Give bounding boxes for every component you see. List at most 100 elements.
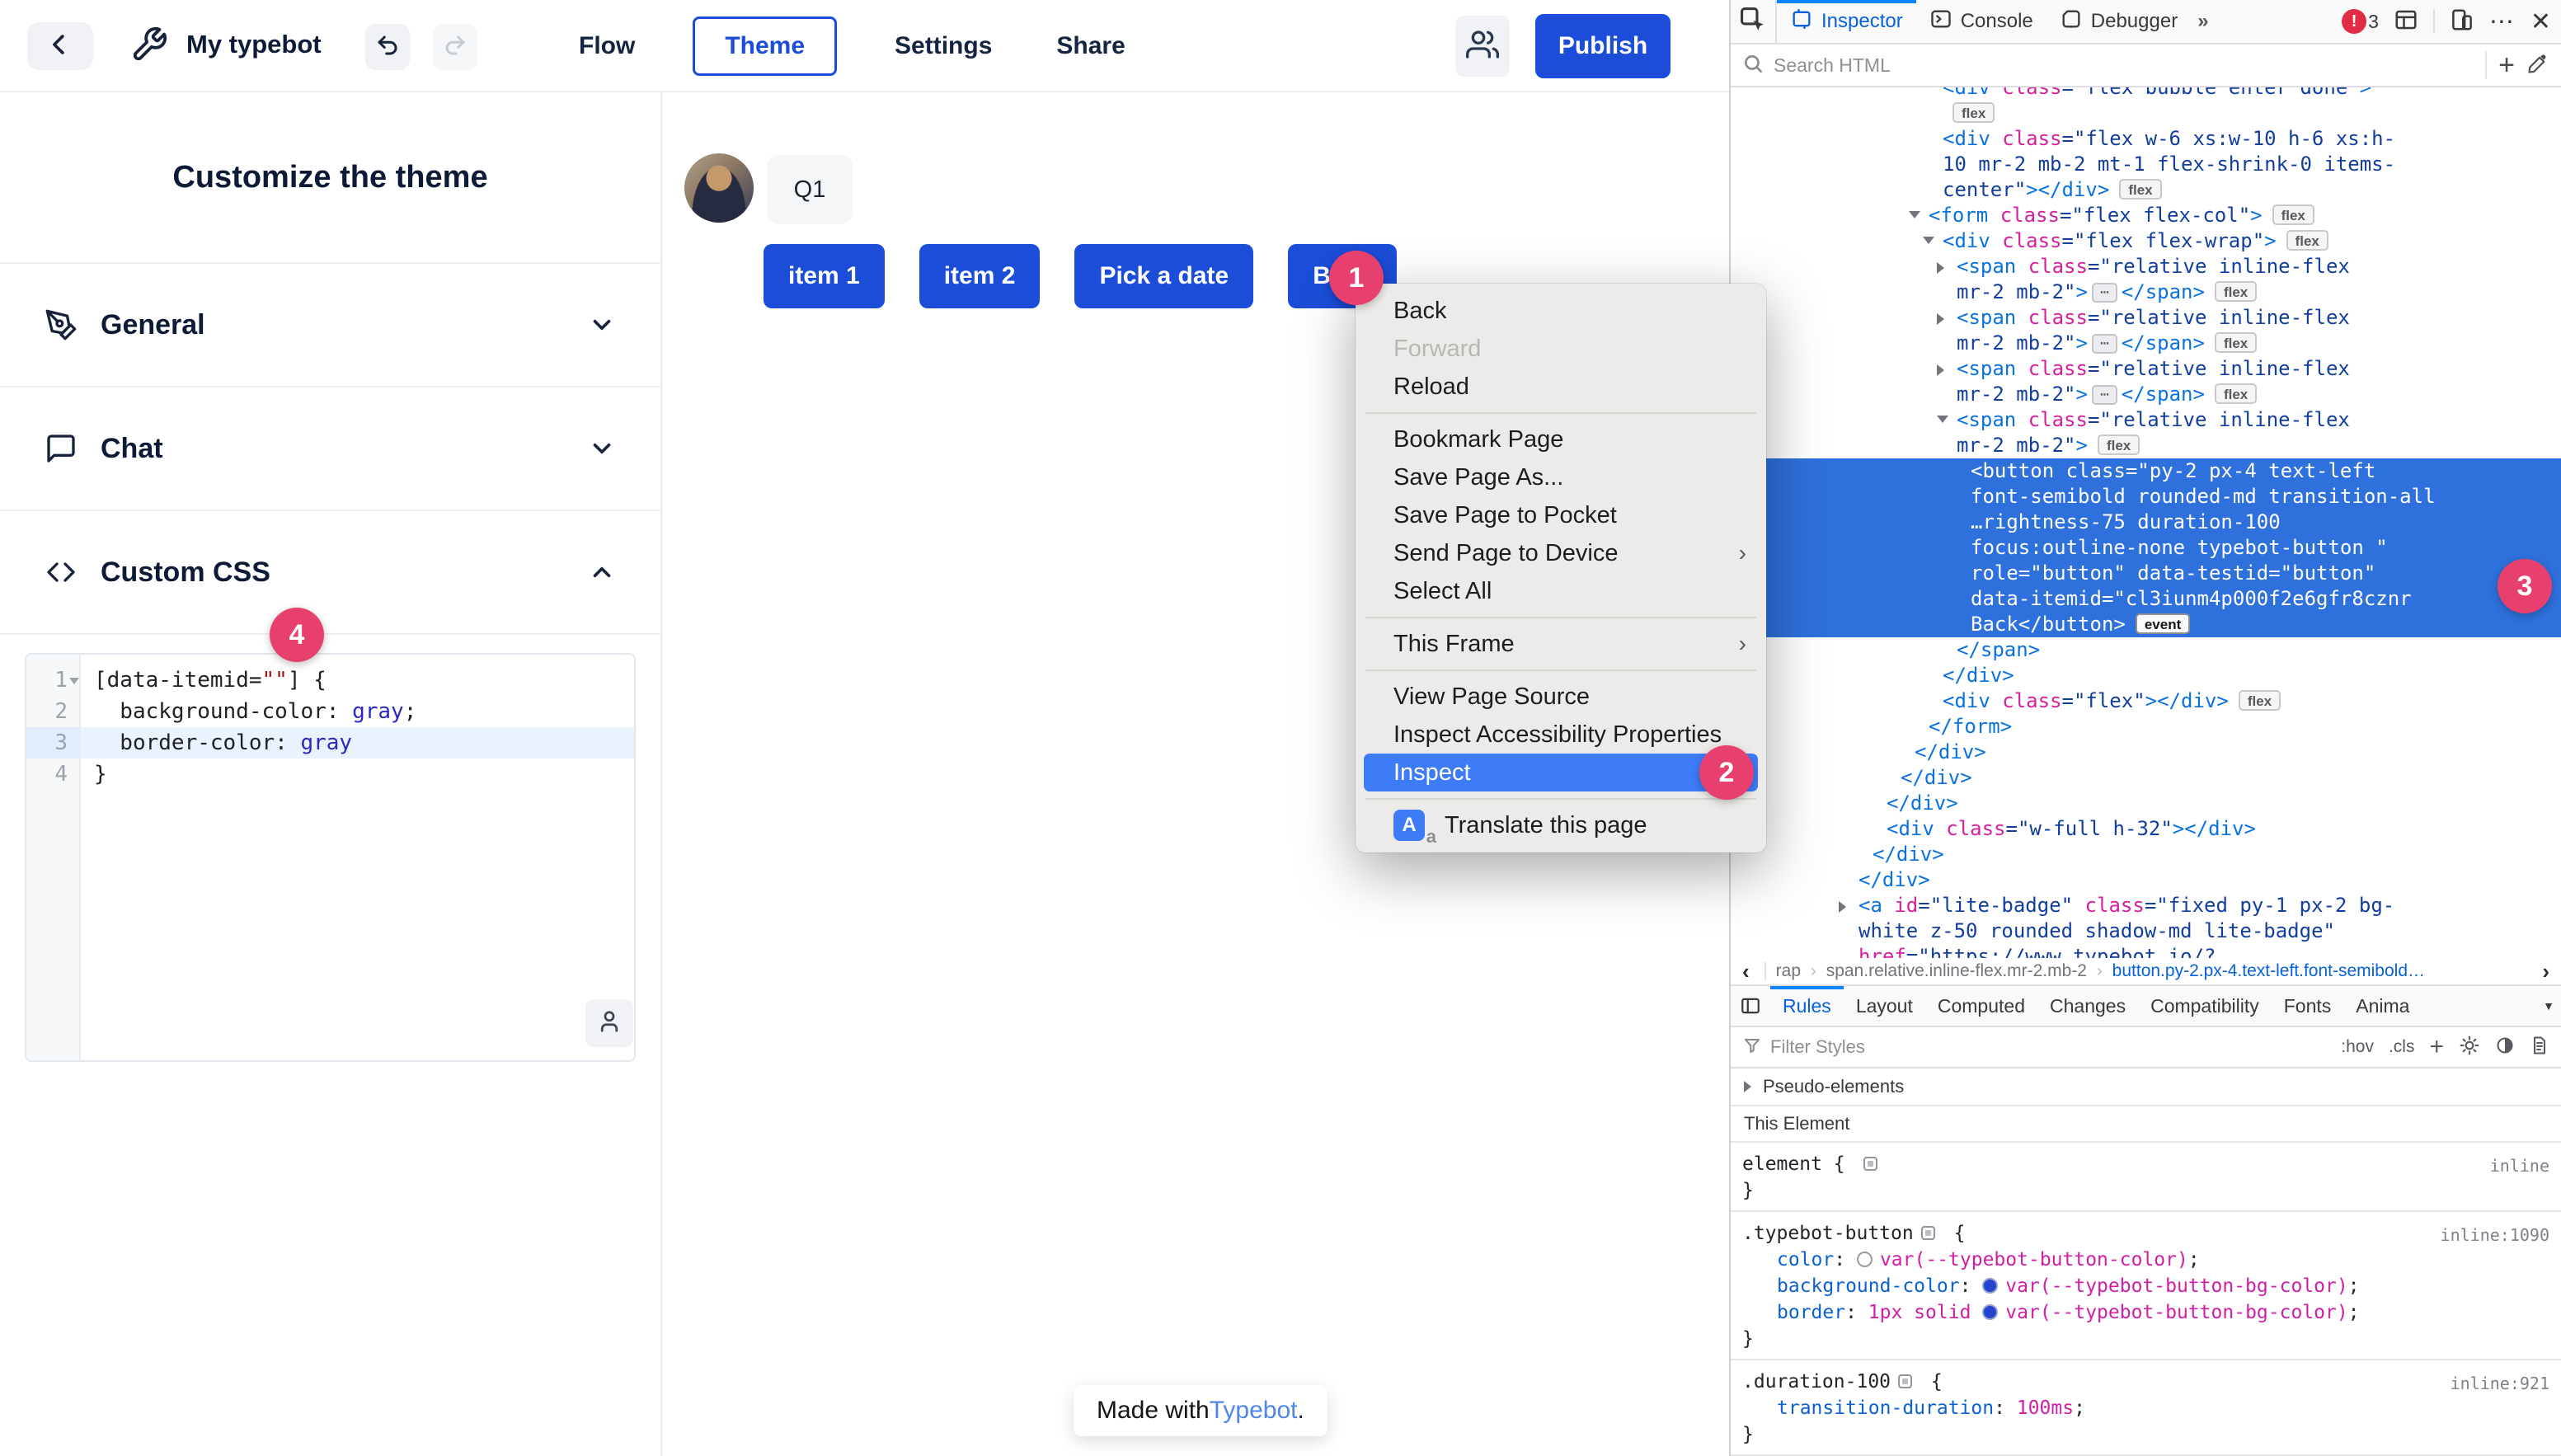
markup-node[interactable]: <span class="relative inline-flex mr-2 m… — [1731, 305, 2561, 356]
markup-node[interactable]: </div> — [1731, 765, 2561, 791]
tab-overflow-dropdown-icon[interactable]: ▼ — [2543, 999, 2561, 1012]
choice-button-item-1[interactable]: item 1 — [764, 244, 885, 308]
breadcrumb-item[interactable]: rap — [1776, 961, 1801, 981]
node-picker-button[interactable] — [1731, 0, 1777, 43]
split-console-icon[interactable] — [2394, 7, 2418, 36]
flex-badge[interactable]: flex — [2098, 434, 2140, 455]
rules-tab-anima[interactable]: Anima — [2343, 986, 2422, 1026]
markup-node[interactable]: <div class="flex bubble enter done">flex — [1731, 87, 2561, 126]
rule-selector[interactable]: .duration-100 — [1742, 1371, 1891, 1393]
rules-tab-compatibility[interactable]: Compatibility — [2138, 986, 2272, 1026]
filter-styles-input[interactable] — [1770, 1036, 2333, 1058]
rule-source-link[interactable]: inline — [2490, 1153, 2549, 1179]
menu-item-this-frame[interactable]: This Frame› — [1356, 625, 1766, 663]
markup-node-selected[interactable]: <button class="py-2 px-4 text-left font-… — [1731, 458, 2561, 637]
menu-item-reload[interactable]: Reload — [1356, 368, 1766, 406]
twisty-right-icon[interactable] — [1937, 262, 1944, 274]
search-html-input[interactable] — [1774, 54, 2475, 77]
markup-node[interactable]: <div class="flex flex-wrap">flex — [1731, 228, 2561, 254]
flex-badge[interactable]: flex — [2286, 230, 2328, 251]
twisty-down-icon[interactable] — [1923, 237, 1934, 244]
made-with-brand-link[interactable]: Typebot — [1210, 1397, 1298, 1425]
made-with-badge[interactable]: Made with Typebot . — [1074, 1385, 1327, 1436]
add-node-icon[interactable]: + — [2498, 51, 2515, 79]
color-swatch-blue[interactable] — [1982, 1278, 1998, 1294]
pseudo-elements-section[interactable]: Pseudo-elements — [1731, 1069, 2561, 1106]
markup-node[interactable]: <span class="relative inline-flex mr-2 m… — [1731, 254, 2561, 305]
breadcrumb-item[interactable]: button.py-2.px-4.text-left.font-semibold… — [2112, 961, 2425, 981]
markup-node[interactable]: </div> — [1731, 740, 2561, 765]
undo-button[interactable] — [365, 24, 410, 70]
fold-chevron-icon[interactable] — [69, 678, 79, 684]
publish-button[interactable]: Publish — [1535, 14, 1671, 78]
markup-node[interactable]: </form> — [1731, 714, 2561, 740]
rule-source-link[interactable]: inline:1090 — [2441, 1222, 2549, 1248]
tab-flow[interactable]: Flow — [572, 17, 641, 75]
sidebar-section-chat[interactable]: Chat — [0, 387, 660, 510]
markup-node[interactable]: </div> — [1731, 867, 2561, 893]
menu-item-save-page-to-pocket[interactable]: Save Page to Pocket — [1356, 496, 1766, 534]
rules-tab-fonts[interactable]: Fonts — [2272, 986, 2344, 1026]
flex-badge[interactable]: flex — [2215, 383, 2257, 404]
twisty-right-icon[interactable] — [1937, 313, 1944, 325]
css-declaration[interactable]: border: 1px solid var(--typebot-button-b… — [1731, 1299, 2561, 1326]
editor-line[interactable]: 2 background-color: gray; — [26, 696, 634, 727]
preview-avatar-toggle-button[interactable] — [585, 999, 633, 1047]
markup-node[interactable]: <span class="relative inline-flex mr-2 m… — [1731, 407, 2561, 458]
menu-item-back[interactable]: Back — [1356, 292, 1766, 330]
flex-badge[interactable]: flex — [2119, 179, 2161, 200]
editor-line[interactable]: 3 border-color: gray — [26, 727, 634, 759]
editor-line[interactable]: 4} — [26, 759, 634, 790]
markup-node[interactable]: <form class="flex flex-col">flex — [1731, 203, 2561, 228]
tab-theme[interactable]: Theme — [693, 16, 837, 76]
markup-node[interactable]: </div> — [1731, 663, 2561, 688]
rules-tab-computed[interactable]: Computed — [1925, 986, 2037, 1026]
back-button[interactable] — [27, 22, 93, 70]
highlight-rule-icon[interactable] — [1863, 1157, 1877, 1171]
menu-item-bookmark-page[interactable]: Bookmark Page — [1356, 420, 1766, 458]
twisty-down-icon[interactable] — [1937, 416, 1948, 423]
flex-badge[interactable]: flex — [2215, 281, 2257, 302]
sidebar-toggle-icon[interactable] — [1731, 995, 1770, 1017]
eyedropper-icon[interactable] — [2526, 52, 2549, 79]
css-declaration[interactable]: transition-duration: 100ms; — [1731, 1395, 2561, 1421]
redo-button[interactable] — [433, 24, 477, 70]
menu-item-view-page-source[interactable]: View Page Source — [1356, 678, 1766, 716]
meatball-menu-icon[interactable]: ⋯ — [2489, 7, 2516, 36]
light-scheme-icon[interactable] — [2459, 1035, 2480, 1060]
menu-item-translate-this-page[interactable]: AaTranslate this page — [1356, 806, 1766, 844]
print-simulation-icon[interactable] — [2530, 1036, 2549, 1059]
menu-item-inspect-accessibility-properties[interactable]: Inspect Accessibility Properties — [1356, 716, 1766, 754]
rules-tab-layout[interactable]: Layout — [1844, 986, 1925, 1026]
flex-badge[interactable]: flex — [2215, 332, 2257, 353]
markup-node[interactable]: <span class="relative inline-flex mr-2 m… — [1731, 356, 2561, 407]
close-devtools-icon[interactable]: ✕ — [2530, 7, 2551, 36]
twisty-right-icon[interactable] — [1937, 364, 1944, 376]
toggle-pseudo-classes-button[interactable]: :hov — [2341, 1037, 2374, 1057]
add-rule-icon[interactable]: + — [2429, 1033, 2444, 1061]
choice-button-item-2[interactable]: item 2 — [919, 244, 1041, 308]
custom-css-editor[interactable]: 1[data-itemid=""] {2 background-color: g… — [25, 653, 636, 1062]
tab-settings[interactable]: Settings — [888, 17, 999, 75]
highlight-rule-icon[interactable] — [1921, 1226, 1935, 1240]
breadcrumb-item[interactable]: span.relative.inline-flex.mr-2.mb-2 — [1826, 961, 2087, 981]
sidebar-section-custom-css[interactable]: Custom CSS — [0, 511, 660, 633]
inline-ellipsis[interactable]: ⋯ — [2092, 334, 2117, 354]
error-count-button[interactable]: ! 3 — [2342, 9, 2379, 34]
devtools-tab-debugger[interactable]: Debugger — [2046, 0, 2191, 43]
breadcrumb-scroll-right-icon[interactable]: › — [2537, 959, 2554, 984]
markup-node[interactable]: <div class="flex"></div>flex — [1731, 688, 2561, 714]
breadcrumb-scroll-left-icon[interactable]: ‹ — [1737, 959, 1755, 984]
inline-ellipsis[interactable]: ⋯ — [2092, 283, 2117, 303]
markup-node[interactable]: <div class="flex w-6 xs:w-10 h-6 xs:h-10… — [1731, 126, 2561, 203]
rules-tab-rules[interactable]: Rules — [1770, 986, 1844, 1026]
flex-badge[interactable]: flex — [1952, 102, 1995, 123]
css-declaration[interactable]: background-color: var(--typebot-button-b… — [1731, 1273, 2561, 1299]
highlight-rule-icon[interactable] — [1898, 1374, 1912, 1388]
editor-line[interactable]: 1[data-itemid=""] { — [26, 665, 634, 696]
css-declaration[interactable]: color: var(--typebot-button-color); — [1731, 1247, 2561, 1273]
color-swatch-blue[interactable] — [1982, 1304, 1998, 1320]
markup-node[interactable]: </span> — [1731, 637, 2561, 663]
dark-scheme-icon[interactable] — [2495, 1036, 2515, 1059]
twisty-down-icon[interactable] — [1909, 211, 1920, 218]
